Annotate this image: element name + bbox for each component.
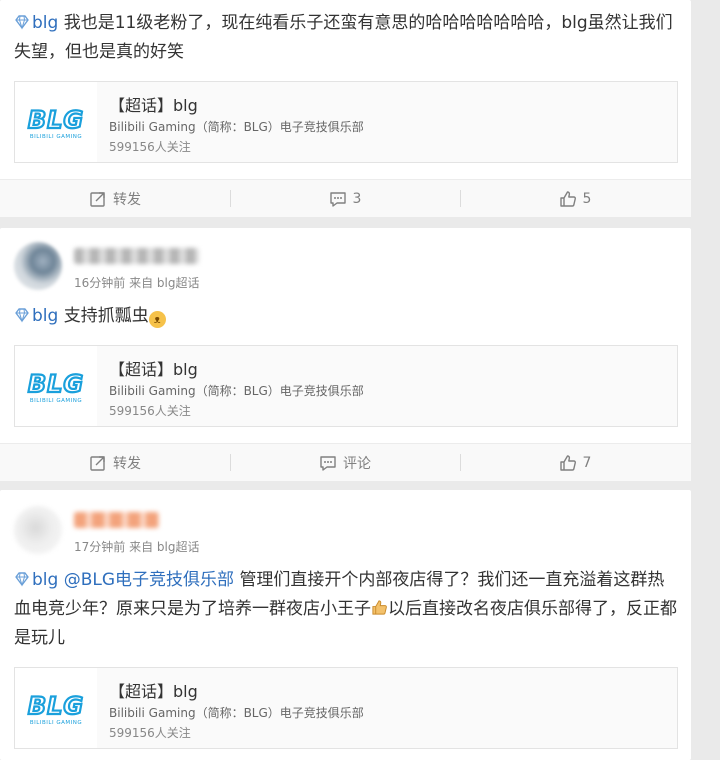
post-meta: 17分钟前 来自 blg超话 xyxy=(74,540,200,554)
thumbs-up-emoji xyxy=(372,600,387,615)
post-text: blg @BLG电子竞技俱乐部 管理们直接开个内部夜店得了？我们还一直充溢着这群… xyxy=(14,566,677,653)
super-topic-icon xyxy=(14,307,30,323)
share-description: Bilibili Gaming（简称：BLG）电子竞技俱乐部 xyxy=(109,120,364,134)
post-text: blg 支持抓瓢虫 ᴥ xyxy=(14,302,677,331)
post-body: 支持抓瓢虫 xyxy=(63,306,149,326)
repost-label: 转发 xyxy=(113,191,141,208)
super-topic-card[interactable]: 【超话】blg Bilibili Gaming（简称：BLG）电子竞技俱乐部 5… xyxy=(14,345,678,427)
avatar[interactable] xyxy=(14,506,62,554)
cat-face-emoji: ᴥ xyxy=(148,311,166,328)
mention-link[interactable]: @BLG电子竞技俱乐部 xyxy=(64,570,234,590)
topic-link[interactable]: blg xyxy=(32,570,58,590)
share-description: Bilibili Gaming（简称：BLG）电子竞技俱乐部 xyxy=(109,706,364,720)
like-button[interactable]: 7 xyxy=(460,444,690,481)
comment-icon xyxy=(319,454,337,472)
share-title: 【超话】blg xyxy=(109,96,198,115)
super-topic-icon xyxy=(14,14,30,30)
like-icon xyxy=(559,190,577,208)
like-count: 7 xyxy=(582,454,592,471)
blg-logo xyxy=(15,346,97,426)
action-bar: 转发 评论 7 xyxy=(0,443,691,481)
share-title: 【超话】blg xyxy=(109,682,198,701)
username-blurred[interactable] xyxy=(74,512,159,528)
comment-icon xyxy=(329,190,347,208)
like-button[interactable]: 5 xyxy=(460,180,690,217)
repost-label: 转发 xyxy=(113,455,141,472)
like-icon xyxy=(559,454,577,472)
avatar[interactable] xyxy=(14,242,62,290)
topic-link[interactable]: blg xyxy=(32,306,58,326)
comment-label: 评论 xyxy=(343,455,371,472)
follower-count: 599156人关注 xyxy=(109,404,191,418)
share-title: 【超话】blg xyxy=(109,360,198,379)
repost-icon xyxy=(89,190,107,208)
post-card: 16分钟前 来自 blg超话 blg 支持抓瓢虫 ᴥ 【超话】blg Bilibi… xyxy=(0,228,691,481)
post-text: blg 我也是11级老粉了，现在纯看乐子还蛮有意思的哈哈哈哈哈哈哈，blg虽然让… xyxy=(14,9,677,67)
post-body: 我也是11级老粉了，现在纯看乐子还蛮有意思的哈哈哈哈哈哈哈，blg虽然让我们失望… xyxy=(14,13,673,62)
topic-link[interactable]: blg xyxy=(32,13,58,33)
comment-count: 3 xyxy=(352,190,362,207)
repost-button[interactable]: 转发 xyxy=(0,444,230,481)
follower-count: 599156人关注 xyxy=(109,726,191,740)
repost-icon xyxy=(89,454,107,472)
super-topic-card[interactable]: 【超话】blg Bilibili Gaming（简称：BLG）电子竞技俱乐部 5… xyxy=(14,667,678,749)
action-bar: 转发 3 5 xyxy=(0,179,691,217)
super-topic-icon xyxy=(14,571,30,587)
super-topic-card[interactable]: 【超话】blg Bilibili Gaming（简称：BLG）电子竞技俱乐部 5… xyxy=(14,81,678,163)
post-meta: 16分钟前 来自 blg超话 xyxy=(74,276,200,290)
comment-button[interactable]: 评论 xyxy=(230,444,460,481)
blg-logo xyxy=(15,668,97,748)
post-card: blg 我也是11级老粉了，现在纯看乐子还蛮有意思的哈哈哈哈哈哈哈，blg虽然让… xyxy=(0,0,691,217)
follower-count: 599156人关注 xyxy=(109,140,191,154)
like-count: 5 xyxy=(582,190,592,207)
repost-button[interactable]: 转发 xyxy=(0,180,230,217)
share-description: Bilibili Gaming（简称：BLG）电子竞技俱乐部 xyxy=(109,384,364,398)
comment-button[interactable]: 3 xyxy=(230,180,460,217)
post-card: 17分钟前 来自 blg超话 blg @BLG电子竞技俱乐部 管理们直接开个内部… xyxy=(0,490,691,760)
username-blurred[interactable] xyxy=(74,248,199,264)
blg-logo xyxy=(15,82,97,162)
